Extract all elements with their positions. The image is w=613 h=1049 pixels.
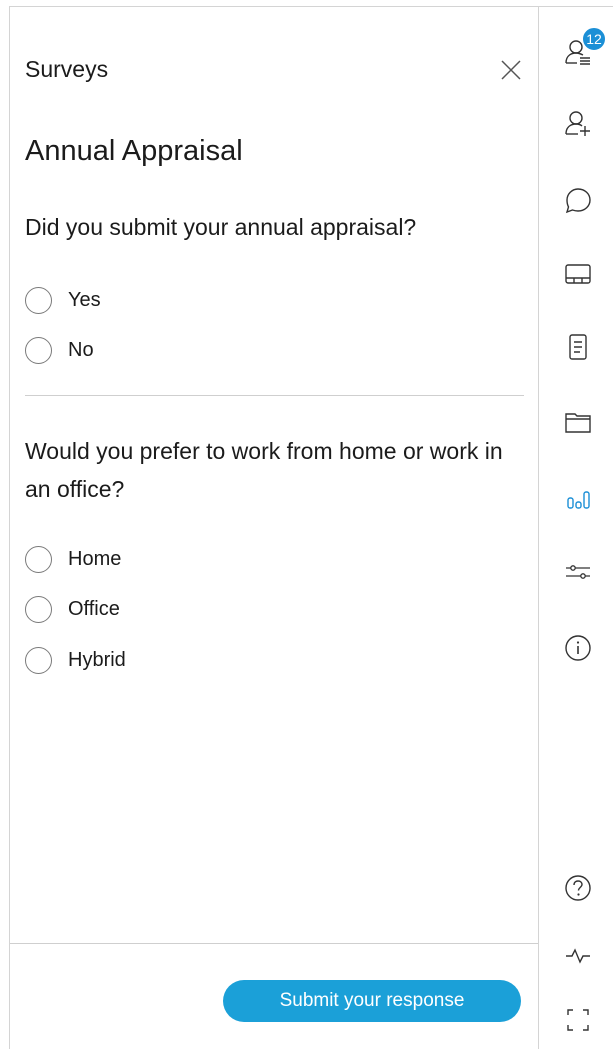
option-hybrid[interactable]: Hybrid <box>25 645 126 675</box>
question-divider <box>25 395 524 396</box>
notes-icon[interactable] <box>563 332 593 362</box>
footer-divider <box>10 943 538 944</box>
participants-count-badge: 12 <box>582 27 606 51</box>
radio-button[interactable] <box>25 646 52 674</box>
fullscreen-icon[interactable] <box>563 1005 593 1035</box>
right-sidebar: 12 <box>539 6 613 1049</box>
question-1-text: Did you submit your annual appraisal? <box>25 214 417 240</box>
surveys-panel: Surveys Annual Appraisal Did you submit … <box>9 6 539 1049</box>
option-label: Hybrid <box>68 648 126 671</box>
submit-response-button[interactable]: Submit your response <box>223 980 521 1022</box>
option-label: Yes <box>68 288 101 311</box>
question-2-text: Would you prefer to work from home or wo… <box>25 438 503 502</box>
add-participant-icon[interactable] <box>563 108 593 138</box>
option-home[interactable]: Home <box>25 544 121 574</box>
radio-button[interactable] <box>25 336 52 364</box>
option-label: Office <box>68 597 120 620</box>
survey-title: Annual Appraisal <box>25 135 243 167</box>
radio-button[interactable] <box>25 286 52 314</box>
option-office[interactable]: Office <box>25 594 120 624</box>
settings-sliders-icon[interactable] <box>563 557 593 587</box>
help-icon[interactable] <box>563 873 593 903</box>
network-activity-icon[interactable] <box>563 940 593 970</box>
option-label: No <box>68 338 94 361</box>
panel-title: Surveys <box>25 56 109 82</box>
option-no[interactable]: No <box>25 335 94 365</box>
radio-button[interactable] <box>25 545 52 573</box>
info-icon[interactable] <box>563 633 593 663</box>
layout-icon[interactable] <box>563 259 593 289</box>
close-icon[interactable] <box>500 59 522 81</box>
chat-icon[interactable] <box>563 185 593 215</box>
option-label: Home <box>68 547 122 570</box>
polls-icon[interactable] <box>563 483 593 513</box>
radio-button[interactable] <box>25 595 52 623</box>
option-yes[interactable]: Yes <box>25 285 101 315</box>
files-icon[interactable] <box>563 407 593 437</box>
